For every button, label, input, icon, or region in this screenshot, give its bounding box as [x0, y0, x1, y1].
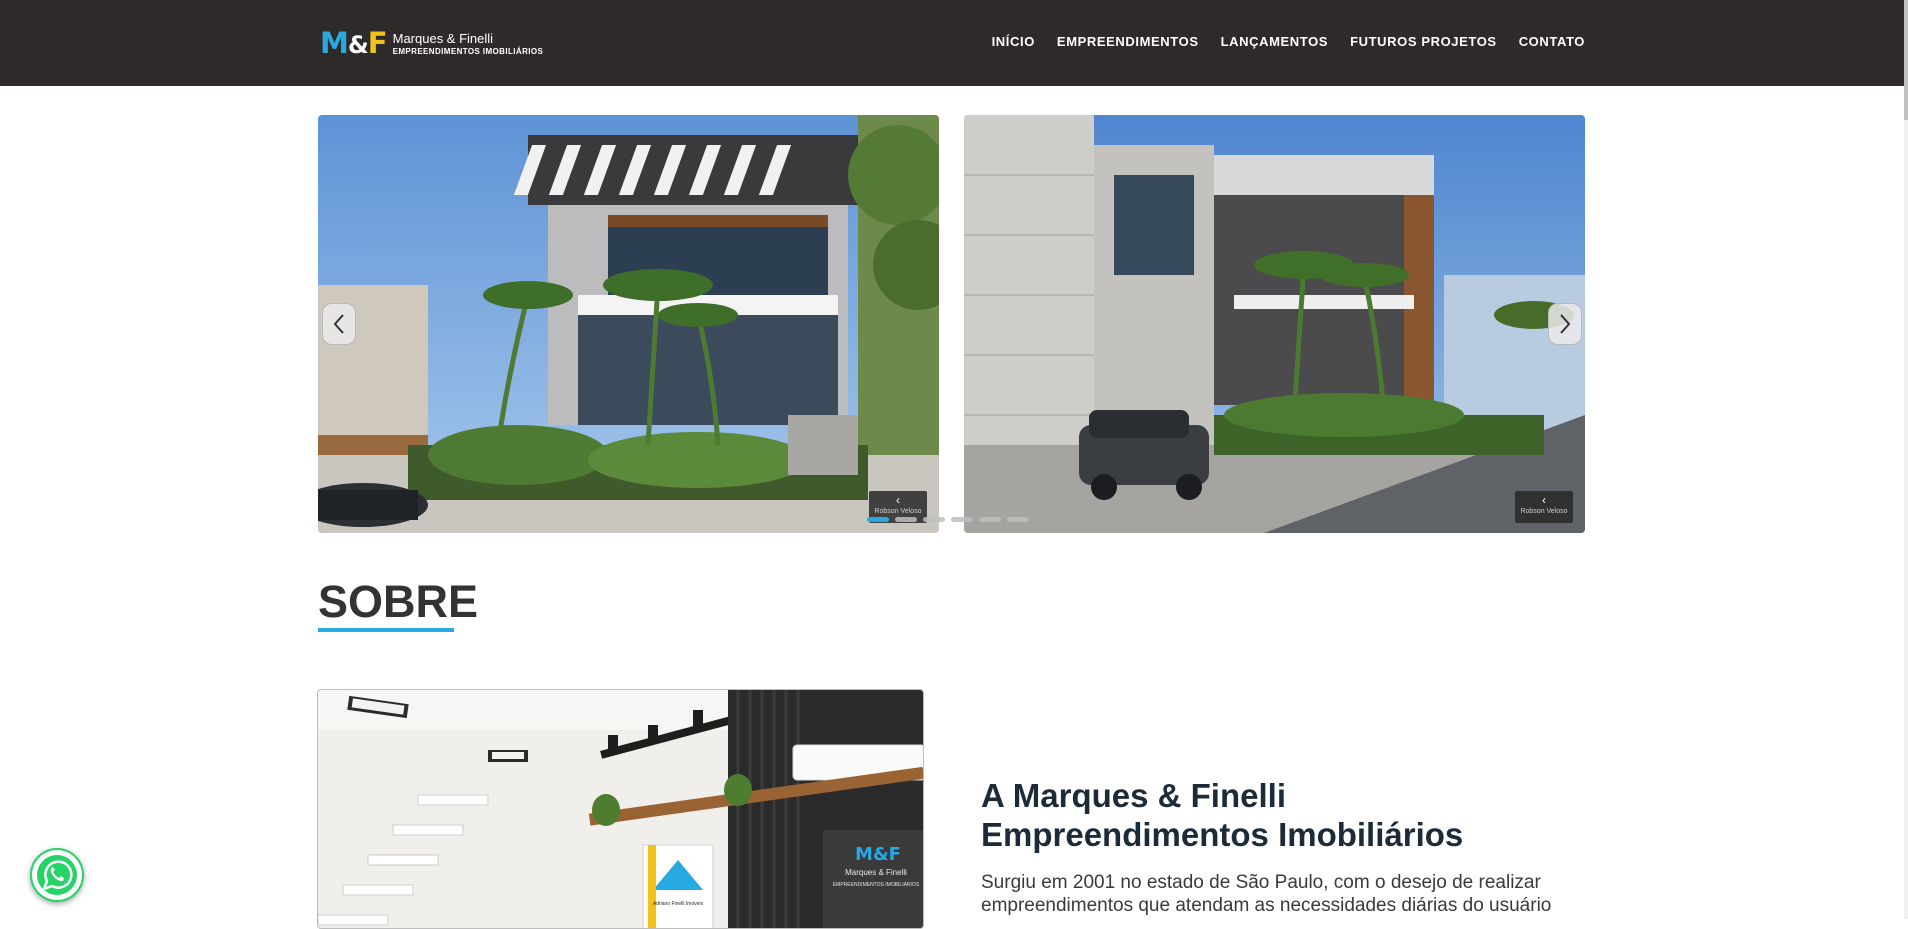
- carousel-dot-1[interactable]: [867, 517, 889, 522]
- sign-subtitle: EMPREENDIMENTOS IMOBILIÁRIOS: [833, 881, 920, 888]
- whatsapp-button[interactable]: [30, 848, 84, 902]
- logo-text: Marques & Finelli EMPREENDIMENTOS IMOBIL…: [393, 31, 544, 58]
- about-text: Surgiu em 2001 no estado de São Paulo, c…: [981, 872, 1552, 916]
- logo-mark-m: M: [320, 26, 349, 60]
- sign-name: Marques & Finelli: [845, 868, 907, 877]
- site-header: M&F Marques & Finelli EMPREENDIMENTOS IM…: [0, 0, 1904, 86]
- scrollbar-thumb[interactable]: [1904, 0, 1908, 120]
- carousel-dots: [867, 517, 1029, 522]
- page-scrollbar[interactable]: [1904, 0, 1908, 919]
- carousel-dot-6[interactable]: [1007, 517, 1029, 522]
- watermark: Robson Veloso: [1515, 491, 1573, 523]
- nav-item-lancamentos[interactable]: LANÇAMENTOS: [1221, 34, 1328, 49]
- nav-item-contato[interactable]: CONTATO: [1519, 34, 1585, 49]
- about-heading: A Marques & Finelli Empreendimentos Imob…: [981, 777, 1464, 853]
- section-title-underline: [318, 628, 454, 632]
- carousel-prev-button[interactable]: [322, 303, 356, 345]
- carousel-dot-3[interactable]: [923, 517, 945, 522]
- modern-house-render-front: [318, 115, 939, 533]
- brand-logo[interactable]: M&F Marques & Finelli EMPREENDIMENTOS IM…: [320, 28, 543, 60]
- logo-mark-amp: &: [347, 31, 369, 59]
- logo-mark: M&F: [320, 26, 388, 60]
- board-text: Adriano Finelli Imóveis: [653, 901, 704, 907]
- about-image: Adriano Finelli Imóveis M&F Marques & Fi…: [317, 689, 924, 929]
- nav-item-inicio[interactable]: INÍCIO: [992, 34, 1035, 49]
- nav-item-empreendimentos[interactable]: EMPREENDIMENTOS: [1057, 34, 1199, 49]
- logo-mark-f: F: [367, 26, 388, 60]
- modern-house-render-side: [964, 115, 1585, 533]
- carousel-dot-4[interactable]: [951, 517, 973, 522]
- brand-name: Marques & Finelli: [392, 30, 494, 46]
- carousel-dot-5[interactable]: [979, 517, 1001, 522]
- nav-item-futuros-projetos[interactable]: FUTUROS PROJETOS: [1350, 34, 1497, 49]
- whatsapp-icon: [37, 855, 77, 895]
- carousel-slide-1[interactable]: Robson Veloso: [318, 115, 939, 533]
- brand-tagline: EMPREENDIMENTOS IMOBILIÁRIOS: [392, 46, 544, 56]
- chevron-left-icon: [333, 314, 344, 334]
- section-title-sobre: SOBRE: [318, 576, 479, 627]
- carousel-slide-2[interactable]: Robson Veloso: [964, 115, 1585, 533]
- chevron-right-icon: [1560, 314, 1571, 334]
- carousel-next-button[interactable]: [1548, 303, 1582, 345]
- office-interior-render: Adriano Finelli Imóveis M&F Marques & Fi…: [318, 690, 923, 928]
- main-nav: INÍCIO EMPREENDIMENTOS LANÇAMENTOS FUTUR…: [992, 34, 1585, 49]
- carousel-dot-2[interactable]: [895, 517, 917, 522]
- sign-mark: M&F: [855, 844, 901, 865]
